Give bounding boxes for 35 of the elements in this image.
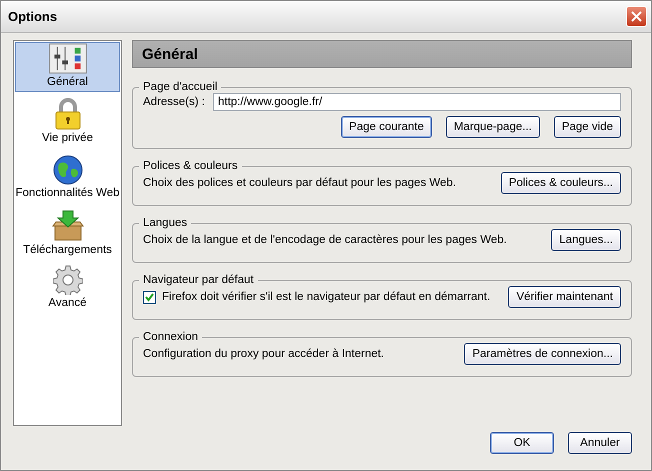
checkbox[interactable] [143, 290, 156, 304]
gear-icon [52, 265, 82, 295]
check-now-button[interactable]: Vérifier maintenant [508, 286, 621, 308]
settings-button[interactable]: Langues... [551, 229, 621, 251]
description-text: Configuration du proxy pour accéder à Internet. [143, 348, 384, 360]
sidebar-item[interactable]: Fonctionnalités Web [15, 148, 120, 203]
group-title: Navigateur par défaut [142, 274, 255, 286]
group-title: Connexion [142, 331, 199, 343]
group-title: Polices & couleurs [142, 160, 239, 172]
homepage-button[interactable]: Marque-page... [446, 116, 540, 138]
close-button[interactable] [626, 6, 647, 27]
dialog-button[interactable]: Annuler [568, 432, 632, 454]
sidebar-item[interactable]: Avancé [15, 260, 120, 313]
padlock-icon [52, 98, 82, 130]
panel-title: Général [132, 40, 632, 68]
description-text: Choix de la langue et de l'encodage de caractères pour les pages Web. [143, 234, 507, 246]
window-title: Options [8, 9, 58, 24]
settings-button[interactable]: Paramètres de connexion... [464, 343, 621, 365]
dialog-button[interactable]: OK [490, 432, 554, 454]
sidebar-item[interactable]: Vie privée [15, 92, 120, 148]
close-icon [631, 11, 642, 22]
field-label: Adresse(s) : [143, 96, 205, 108]
description-text: Choix des polices et couleurs par défaut pour les pages Web. [143, 177, 456, 189]
address-field[interactable]: http://www.google.fr/ [213, 93, 621, 111]
globe-icon [52, 155, 82, 185]
checkbox-label: Firefox doit vérifier s'il est le navigateur par défaut en démarrant. [162, 291, 490, 303]
group-title: Langues [142, 217, 188, 229]
settings-panel-icon [48, 43, 88, 74]
sidebar-item[interactable]: Général [15, 42, 120, 92]
group-title: Page d'accueil [142, 81, 218, 93]
download-box-icon [52, 210, 84, 242]
sidebar-item[interactable]: Téléchargements [15, 203, 120, 260]
homepage-button[interactable]: Page courante [341, 116, 432, 138]
settings-button[interactable]: Polices & couleurs... [500, 172, 621, 194]
homepage-button[interactable]: Page vide [554, 116, 621, 138]
